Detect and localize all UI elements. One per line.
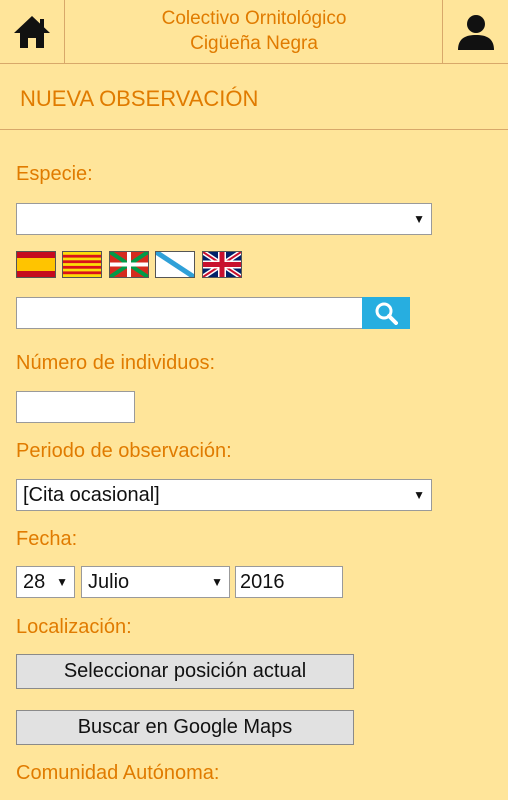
year-value: 2016: [240, 570, 285, 593]
individuals-input[interactable]: [16, 391, 135, 423]
species-select[interactable]: ▼: [16, 203, 432, 235]
user-button[interactable]: [442, 0, 508, 63]
period-label: Periodo de observación:: [16, 440, 232, 462]
flag-catalonia-button[interactable]: [62, 251, 102, 278]
catalonia-flag-icon: [63, 252, 101, 277]
page-title: NUEVA OBSERVACIÓN: [20, 86, 259, 111]
home-button[interactable]: [0, 0, 65, 63]
flag-uk-button[interactable]: [202, 251, 242, 278]
flag-basque-button[interactable]: [109, 251, 149, 278]
app-title: Colectivo Ornitológico Cigüeña Negra: [66, 6, 442, 56]
location-label: Localización:: [16, 616, 132, 638]
year-input[interactable]: 2016: [235, 566, 343, 598]
app-header: Colectivo Ornitológico Cigüeña Negra: [0, 0, 508, 64]
individuals-label: Número de individuos:: [16, 352, 215, 374]
user-icon: [457, 14, 494, 50]
species-label: Especie:: [16, 163, 93, 185]
app-title-line1: Colectivo Ornitológico: [161, 8, 347, 29]
select-current-position-button[interactable]: Seleccionar posición actual: [16, 654, 354, 689]
species-search-input[interactable]: [16, 297, 363, 329]
spain-flag-icon: [17, 252, 55, 277]
home-icon: [14, 15, 50, 48]
day-select[interactable]: 28 ▼: [16, 566, 75, 598]
chevron-down-icon: ▼: [211, 575, 223, 589]
search-button[interactable]: [362, 297, 410, 329]
chevron-down-icon: ▼: [56, 575, 68, 589]
day-select-value: 28: [23, 570, 46, 593]
period-select[interactable]: [Cita ocasional] ▼: [16, 479, 432, 511]
search-google-maps-button[interactable]: Buscar en Google Maps: [16, 710, 354, 745]
page-title-bar: NUEVA OBSERVACIÓN: [0, 64, 508, 130]
month-select[interactable]: Julio ▼: [81, 566, 230, 598]
flag-galicia-button[interactable]: [155, 251, 195, 278]
galicia-flag-icon: [156, 252, 194, 277]
region-label: Comunidad Autónoma:: [16, 762, 220, 784]
basque-flag-icon: [110, 252, 148, 277]
uk-flag-icon: [203, 252, 241, 277]
search-icon: [375, 302, 398, 325]
date-label: Fecha:: [16, 528, 78, 550]
app-title-line2: Cigüeña Negra: [190, 33, 318, 54]
chevron-down-icon: ▼: [413, 212, 425, 226]
period-select-value: [Cita ocasional]: [23, 483, 160, 506]
chevron-down-icon: ▼: [413, 488, 425, 502]
flag-spain-button[interactable]: [16, 251, 56, 278]
month-select-value: Julio: [88, 570, 130, 593]
